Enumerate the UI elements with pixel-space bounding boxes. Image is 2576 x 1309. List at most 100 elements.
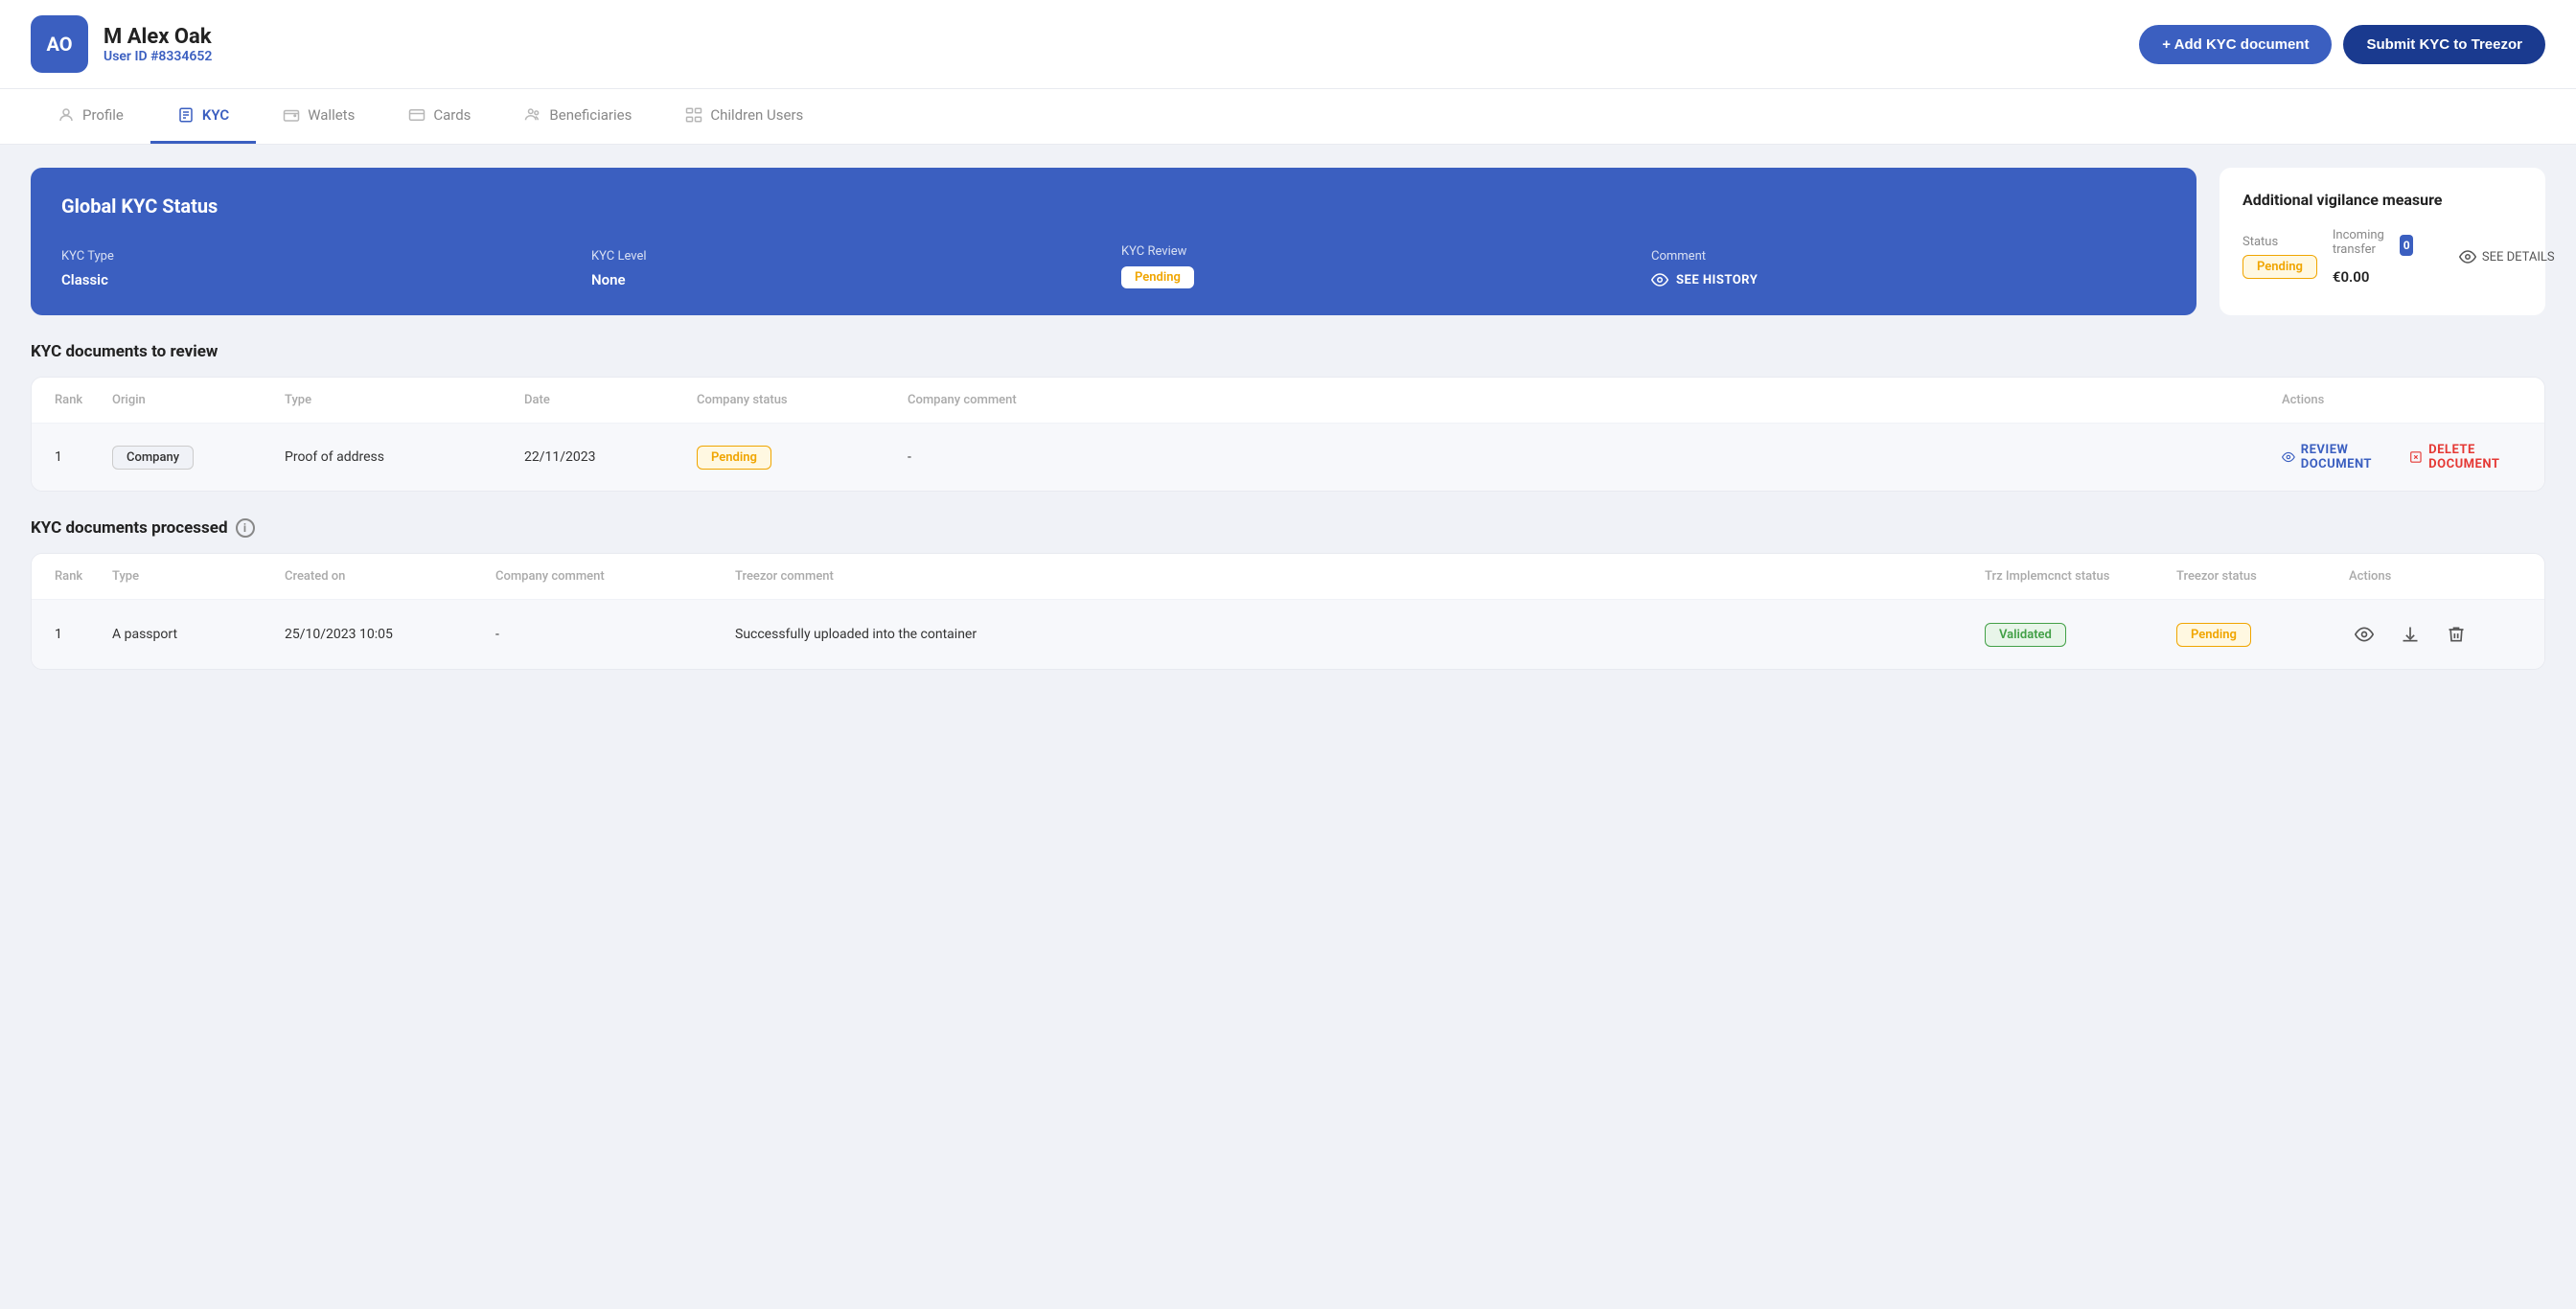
- processed-table-header: Rank Type Created on Company comment Tre…: [32, 554, 2544, 600]
- review-table-row: 1 Company Proof of address 22/11/2023 Pe…: [32, 424, 2544, 491]
- cell-rank: 1: [55, 449, 112, 465]
- origin-badge: Company: [112, 446, 194, 470]
- kyc-review-label: KYC Review: [1121, 244, 1636, 259]
- vigilance-row: Status Pending Incoming transfer 0 €0.00…: [2242, 228, 2522, 286]
- profile-icon: [58, 106, 75, 124]
- incoming-transfer-label: Incoming transfer: [2333, 228, 2393, 257]
- pcol-actions: Actions: [2349, 569, 2521, 584]
- col-type: Type: [285, 393, 524, 407]
- delete-icon: [2409, 448, 2423, 466]
- vigilance-status-badge: Pending: [2242, 255, 2317, 279]
- review-section-header: KYC documents to review: [31, 342, 2545, 361]
- vigilance-transfer-header: Incoming transfer 0: [2333, 228, 2413, 263]
- cards-icon: [408, 106, 426, 124]
- pcol-company-comment: Company comment: [495, 569, 735, 584]
- cell-type: Proof of address: [285, 449, 524, 465]
- main-content: Global KYC Status KYC Type Classic KYC L…: [0, 145, 2576, 720]
- pcell-company-comment: -: [495, 627, 735, 642]
- kyc-type-label: KYC Type: [61, 249, 576, 264]
- tab-profile[interactable]: Profile: [31, 89, 150, 144]
- cell-date: 22/11/2023: [524, 449, 697, 465]
- vigilance-status-label: Status: [2242, 235, 2317, 249]
- tab-cards[interactable]: Cards: [381, 89, 497, 144]
- pcol-treezor-status: Treezor status: [2176, 569, 2349, 584]
- user-name: M Alex Oak: [104, 25, 212, 49]
- kyc-type-value: Classic: [61, 271, 576, 288]
- cell-origin: Company: [112, 446, 285, 470]
- tab-beneficiaries[interactable]: Beneficiaries: [497, 89, 658, 144]
- treezor-status-badge: Pending: [2176, 623, 2251, 647]
- kyc-status-title: Global KYC Status: [61, 195, 2166, 218]
- info-icon: i: [236, 518, 255, 538]
- pcol-trz-status: Trz Implemcnct status: [1985, 569, 2176, 584]
- vigilance-card: Additional vigilance measure Status Pend…: [2220, 168, 2545, 315]
- company-status-badge: Pending: [697, 446, 771, 470]
- kyc-icon: [177, 106, 195, 124]
- cell-company-status: Pending: [697, 446, 908, 470]
- submit-kyc-button[interactable]: Submit KYC to Treezor: [2343, 25, 2545, 64]
- header: AO M Alex Oak User ID #8334652 + Add KYC…: [0, 0, 2576, 89]
- kyc-type-col: KYC Type Classic: [61, 249, 576, 288]
- vigilance-status-col: Status Pending: [2242, 235, 2317, 279]
- view-processed-button[interactable]: [2349, 619, 2380, 650]
- delete-document-button[interactable]: DELETE DOCUMENT: [2409, 443, 2521, 471]
- pcol-rank: Rank: [55, 569, 112, 584]
- kyc-level-col: KYC Level None: [591, 249, 1106, 288]
- kyc-status-row: Global KYC Status KYC Type Classic KYC L…: [31, 168, 2545, 315]
- col-company-status: Company status: [697, 393, 908, 407]
- kyc-status-card: Global KYC Status KYC Type Classic KYC L…: [31, 168, 2196, 315]
- children-users-icon: [685, 106, 702, 124]
- pcell-treezor-status: Pending: [2176, 623, 2349, 647]
- processed-table-container: Rank Type Created on Company comment Tre…: [31, 553, 2545, 670]
- wallets-icon: [283, 106, 300, 124]
- review-table-container: Rank Origin Type Date Company status Com…: [31, 377, 2545, 492]
- kyc-level-label: KYC Level: [591, 249, 1106, 264]
- add-kyc-button[interactable]: + Add KYC document: [2139, 25, 2332, 64]
- kyc-comment-col: Comment SEE HISTORY: [1651, 249, 2166, 288]
- kyc-level-value: None: [591, 271, 1106, 288]
- kyc-review-col: KYC Review Pending: [1121, 244, 1636, 288]
- pcol-type: Type: [112, 569, 285, 584]
- pcell-trz-status: Validated: [1985, 623, 2176, 647]
- avatar-initials: AO: [46, 33, 72, 56]
- eye-icon: [1651, 271, 1668, 288]
- review-section-title: KYC documents to review: [31, 342, 218, 361]
- pcell-type: A passport: [112, 627, 285, 642]
- header-actions: + Add KYC document Submit KYC to Treezor: [2139, 25, 2545, 64]
- tab-children-users[interactable]: Children Users: [658, 89, 830, 144]
- trash-icon: [2447, 625, 2466, 644]
- pcell-actions: [2349, 619, 2521, 650]
- tab-kyc[interactable]: KYC: [150, 89, 256, 144]
- tab-wallets[interactable]: Wallets: [256, 89, 381, 144]
- cell-company-comment: -: [908, 449, 2282, 465]
- col-date: Date: [524, 393, 697, 407]
- trz-status-badge: Validated: [1985, 623, 2066, 647]
- vigilance-title: Additional vigilance measure: [2242, 191, 2522, 209]
- kyc-status-grid: KYC Type Classic KYC Level None KYC Revi…: [61, 244, 2166, 288]
- download-processed-button[interactable]: [2395, 619, 2426, 650]
- col-company-comment: Company comment: [908, 393, 2282, 407]
- transfer-amount: €0.00: [2333, 268, 2413, 286]
- see-details-button[interactable]: SEE DETAILS: [2459, 248, 2555, 265]
- eye-details-icon: [2459, 248, 2476, 265]
- header-left: AO M Alex Oak User ID #8334652: [31, 15, 212, 73]
- processed-section-header: KYC documents processed i: [31, 518, 2545, 538]
- transfer-count-badge: 0: [2400, 235, 2412, 256]
- see-history-button[interactable]: SEE HISTORY: [1651, 271, 2166, 288]
- user-info: M Alex Oak User ID #8334652: [104, 25, 212, 64]
- pcell-rank: 1: [55, 627, 112, 642]
- user-id: User ID #8334652: [104, 49, 212, 64]
- col-rank: Rank: [55, 393, 112, 407]
- delete-processed-button[interactable]: [2441, 619, 2472, 650]
- vigilance-transfer-col: Incoming transfer 0 €0.00: [2333, 228, 2413, 286]
- col-actions: Actions: [2282, 393, 2521, 407]
- col-origin: Origin: [112, 393, 285, 407]
- processed-section-title: KYC documents processed: [31, 518, 228, 538]
- pcell-treezor-comment: Successfully uploaded into the container: [735, 627, 1985, 642]
- view-icon: [2355, 625, 2374, 644]
- review-eye-icon: [2282, 448, 2295, 466]
- cell-actions: REVIEW DOCUMENT DELETE DOCUMENT: [2282, 443, 2521, 471]
- beneficiaries-icon: [524, 106, 541, 124]
- review-document-button[interactable]: REVIEW DOCUMENT: [2282, 443, 2394, 471]
- review-table-header: Rank Origin Type Date Company status Com…: [32, 378, 2544, 424]
